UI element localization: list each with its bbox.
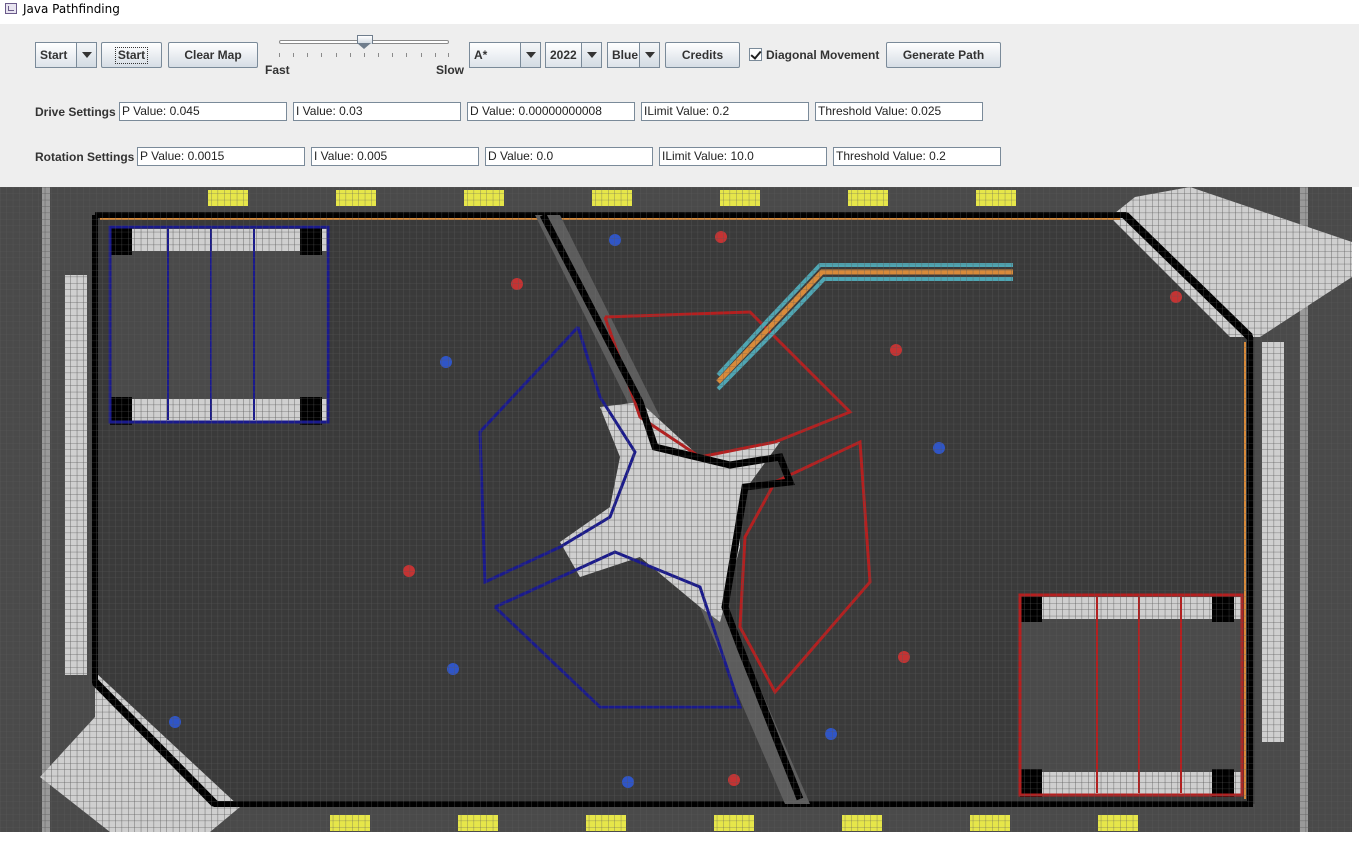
chevron-down-icon[interactable]: [639, 43, 659, 67]
chevron-down-icon[interactable]: [76, 43, 96, 67]
drive-threshold-field[interactable]: Threshold Value: 0.025: [815, 102, 983, 121]
grid-overlay: [0, 187, 1352, 832]
java-app-icon: [5, 3, 17, 14]
diagonal-movement-label[interactable]: Diagonal Movement: [766, 48, 879, 62]
chevron-down-icon[interactable]: [520, 43, 540, 67]
drive-d-field[interactable]: D Value: 0.00000000008: [467, 102, 635, 121]
slider-max-label: Slow: [436, 63, 465, 77]
drive-ilimit-field[interactable]: ILimit Value: 0.2: [641, 102, 809, 121]
year-select-value: 2022: [550, 48, 577, 62]
start-button[interactable]: Start: [101, 42, 162, 68]
control-panel: Start Start Clear Map Fast Slow A* 2022 …: [0, 24, 1359, 187]
clear-map-button[interactable]: Clear Map: [168, 42, 258, 68]
drive-i-field[interactable]: I Value: 0.03: [293, 102, 461, 121]
alliance-select-value: Blue: [612, 48, 639, 62]
diagonal-movement-checkbox[interactable]: [749, 48, 762, 61]
slider-min-label: Fast: [265, 63, 290, 77]
rotation-i-field[interactable]: I Value: 0.005: [311, 147, 479, 166]
rotation-threshold-field[interactable]: Threshold Value: 0.2: [833, 147, 1001, 166]
window-title: Java Pathfinding: [23, 2, 120, 16]
year-select[interactable]: 2022: [545, 42, 602, 68]
chevron-down-icon[interactable]: [581, 43, 601, 67]
algorithm-select[interactable]: A*: [469, 42, 541, 68]
speed-slider[interactable]: [279, 35, 449, 86]
drive-settings-label: Drive Settings: [35, 105, 116, 119]
generate-path-button[interactable]: Generate Path: [886, 42, 1001, 68]
rotation-ilimit-field[interactable]: ILimit Value: 10.0: [659, 147, 827, 166]
rotation-settings-label: Rotation Settings: [35, 150, 135, 164]
rotation-p-field[interactable]: P Value: 0.0015: [137, 147, 305, 166]
field-map-canvas[interactable]: [0, 187, 1352, 832]
title-bar: Java Pathfinding: [0, 0, 1359, 22]
start-button-label: Start: [114, 47, 149, 64]
mode-select[interactable]: Start: [35, 42, 97, 68]
mode-select-value: Start: [40, 48, 68, 62]
rotation-d-field[interactable]: D Value: 0.0: [485, 147, 653, 166]
algorithm-select-value: A*: [474, 48, 488, 62]
alliance-select[interactable]: Blue: [607, 42, 660, 68]
slider-ticks: [279, 53, 449, 59]
credits-button[interactable]: Credits: [665, 42, 740, 68]
slider-thumb[interactable]: [357, 35, 373, 49]
drive-p-field[interactable]: P Value: 0.045: [119, 102, 287, 121]
